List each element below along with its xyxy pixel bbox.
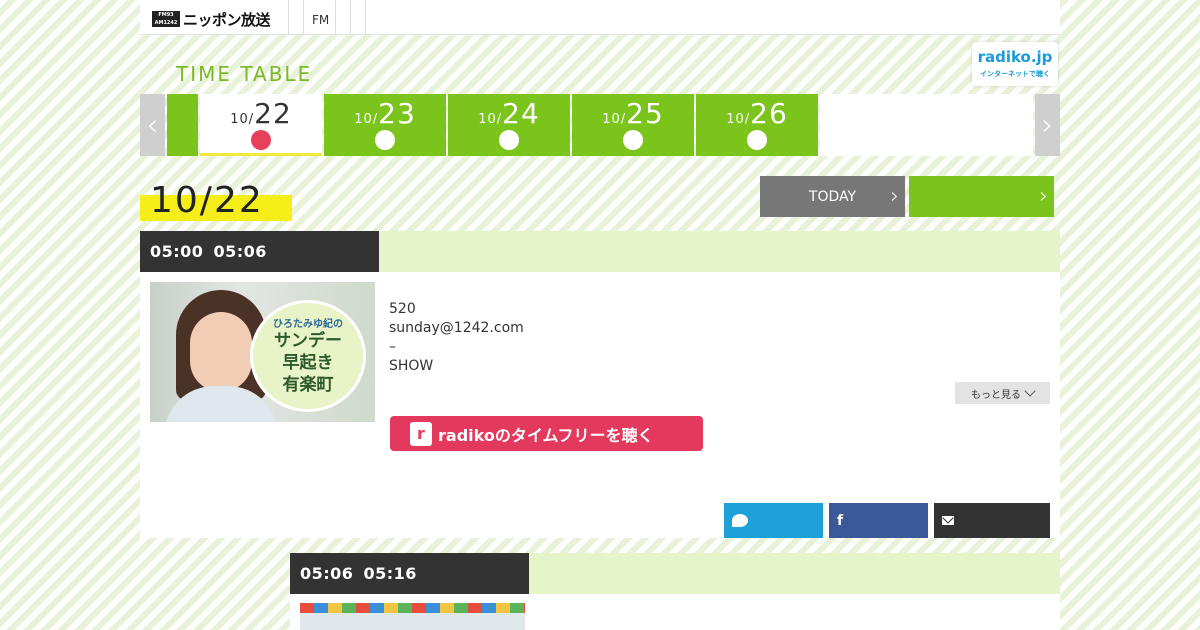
date-tab-month: 10/ (354, 112, 379, 127)
date-tab-day: 23 (378, 97, 416, 130)
mail-icon (942, 516, 954, 525)
program-title-bar (379, 231, 1060, 272)
logo-badge: FM93 AM1242 (152, 11, 180, 27)
date-tab-stub[interactable] (167, 94, 198, 156)
chevron-down-icon (1024, 385, 1036, 397)
program-title-bar (529, 553, 1060, 594)
share-twitter-button[interactable] (724, 503, 823, 538)
show-more-label: もっと見る (971, 389, 1021, 401)
program-logo-line: サンデー (274, 331, 342, 351)
radiko-icon: r (410, 421, 432, 446)
date-tab[interactable]: 10/26 (696, 94, 818, 156)
radiko-timefree-button[interactable]: r radikoのタイムフリーを聴く (390, 416, 703, 451)
program-time-bar: 05:00 05:06 (140, 231, 379, 272)
program-logo-circle: ひろたみゆ紀の サンデー 早起き 有楽町 (250, 300, 366, 412)
share-mail-button[interactable] (934, 503, 1050, 538)
date-tab[interactable]: 10/22 (200, 94, 322, 156)
date-tab-month: 10/ (478, 112, 503, 127)
next-week-button[interactable]: › (1035, 94, 1060, 156)
radiko-timefree-label: radikoのタイムフリーを聴く (438, 425, 654, 445)
date-tab-label: 10/23 (324, 94, 446, 130)
program-detail-line: SHOW (389, 358, 434, 374)
site-header: FM93 AM1242 ニッポン放送 FM (140, 0, 1060, 35)
program-logo-line: 有楽町 (282, 375, 334, 395)
bunting-decoration (300, 603, 525, 613)
program-logo-subtitle: ひろたみゆ紀の (273, 319, 343, 330)
nav-divider (335, 0, 336, 35)
program-detail-line: 520 (389, 301, 416, 317)
radiko-logo-main: radiko.jp (977, 48, 1053, 66)
host-photo-face (190, 312, 252, 392)
chevron-left-icon: ‹ (146, 107, 159, 143)
timetable-heading: TIME TABLE (176, 62, 313, 86)
nav-divider (288, 0, 289, 35)
logo-text: ニッポン放送 (183, 10, 271, 29)
program-email-link[interactable]: sunday@1242.com (389, 319, 524, 338)
date-tab-day: 25 (626, 97, 664, 130)
date-tab-month: 10/ (230, 112, 255, 127)
date-tab-label: 10/22 (200, 94, 322, 130)
chevron-right-icon: › (1041, 107, 1054, 143)
date-tab[interactable]: 10/23 (324, 94, 446, 156)
program-detail-line: – (389, 339, 396, 355)
date-tab-day: 24 (502, 97, 540, 130)
date-tab-label: 10/24 (448, 94, 570, 130)
site-logo[interactable]: FM93 AM1242 ニッポン放送 (152, 10, 271, 29)
date-tab-dot-icon (747, 130, 767, 150)
current-date: 10/22 (150, 180, 264, 221)
program-time-start: 05:00 (150, 242, 204, 261)
date-tab-dot-icon (251, 130, 271, 150)
date-tab-dot-icon (499, 130, 519, 150)
date-tab-day: 22 (254, 97, 292, 130)
chevron-right-icon: › (890, 184, 899, 209)
today-button[interactable]: TODAY › (760, 176, 905, 217)
program-image[interactable] (300, 603, 525, 630)
radiko-logo[interactable]: radiko.jp インターネットで聴く (972, 42, 1058, 86)
date-tab-month: 10/ (726, 112, 751, 127)
nav-divider (303, 0, 304, 35)
date-tab-day: 26 (750, 97, 788, 130)
program-time-end: 05:16 (363, 564, 417, 583)
nav-item-fm[interactable]: FM (312, 13, 329, 27)
program-logo-line: 早起き (282, 353, 334, 373)
chevron-right-icon: › (1039, 184, 1048, 209)
twitter-icon (732, 514, 748, 527)
share-facebook-button[interactable]: f (829, 503, 928, 538)
today-button-label: TODAY (808, 188, 857, 205)
nav-divider (365, 0, 366, 35)
date-tab-label: 10/26 (696, 94, 818, 130)
date-tab[interactable]: 10/25 (572, 94, 694, 156)
nav-divider (350, 0, 351, 35)
program-details: 520 sunday@1242.com – SHOW (389, 300, 524, 376)
program-time-start: 05:06 (300, 564, 354, 583)
program-time-end: 05:06 (213, 242, 267, 261)
date-tab-dot-icon (375, 130, 395, 150)
date-tab-label: 10/25 (572, 94, 694, 130)
radiko-logo-sub: インターネットで聴く (980, 70, 1050, 78)
next-day-button[interactable]: › (909, 176, 1054, 217)
date-tab-dot-icon (623, 130, 643, 150)
prev-week-button[interactable]: ‹ (140, 94, 165, 156)
date-tab-month: 10/ (602, 112, 627, 127)
logo-badge-top: FM93 (158, 12, 174, 18)
facebook-icon: f (837, 512, 844, 529)
program-image[interactable]: ひろたみゆ紀の サンデー 早起き 有楽町 (150, 282, 375, 422)
date-tab[interactable]: 10/24 (448, 94, 570, 156)
program-time-bar: 05:06 05:16 (290, 553, 529, 594)
show-more-button[interactable]: もっと見る (955, 382, 1050, 404)
logo-badge-bottom: AM1242 (154, 20, 178, 26)
date-tabs-empty-area (820, 94, 1033, 156)
